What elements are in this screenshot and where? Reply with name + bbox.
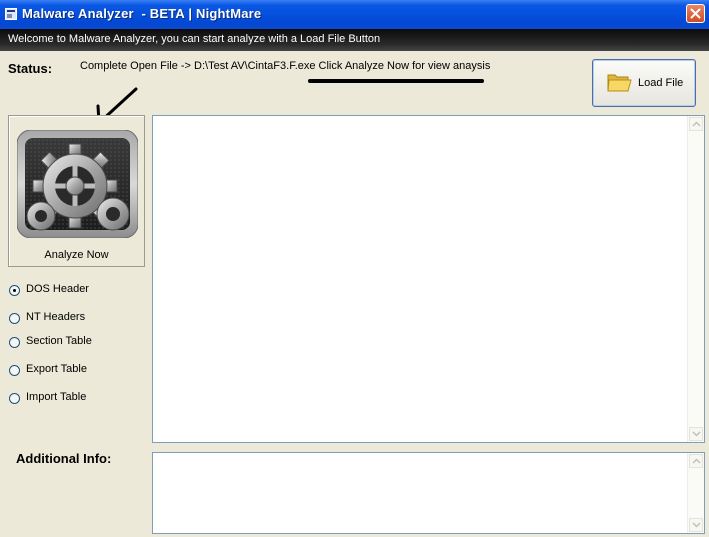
radio-label: Import Table [26,391,87,403]
analyze-now-label: Analyze Now [44,249,109,261]
scroll-up-button[interactable] [689,454,703,468]
annotation-underline [308,79,484,83]
radio-indicator[interactable] [9,365,20,376]
load-file-button[interactable]: Load File [592,59,696,107]
radio-indicator[interactable] [9,393,20,404]
chevron-up-icon [692,458,701,464]
scroll-up-button[interactable] [689,117,703,131]
radio-indicator[interactable] [9,337,20,348]
chevron-down-icon [692,522,701,528]
folder-icon [607,74,632,92]
chevron-down-icon [692,431,701,437]
analyze-now-button[interactable]: Analyze Now [8,115,145,267]
analysis-output-textarea[interactable] [152,115,705,443]
welcome-banner: Welcome to Malware Analyzer, you can sta… [0,29,709,51]
welcome-text: Welcome to Malware Analyzer, you can sta… [8,33,381,45]
window-title: Malware Analyzer - BETA | NightMare [22,6,262,21]
load-file-label: Load File [638,77,684,89]
title-bar[interactable]: Malware Analyzer - BETA | NightMare [0,0,709,29]
scroll-down-button[interactable] [689,427,703,441]
scroll-down-button[interactable] [689,518,703,532]
status-label: Status: [8,61,53,76]
additional-info-label: Additional Info: [16,451,112,466]
radio-label: Section Table [26,335,92,347]
vertical-scrollbar[interactable] [687,453,704,533]
radio-indicator[interactable] [9,285,20,296]
chevron-up-icon [692,121,701,127]
radio-label: Export Table [26,363,87,375]
radio-label: NT Headers [26,311,86,323]
status-message: Complete Open File -> D:\Test AV\CintaF3… [80,60,491,72]
radio-selected-dot [13,289,16,292]
gear-icon [16,129,139,239]
radio-label: DOS Header [26,283,89,295]
close-button[interactable] [686,4,705,23]
close-icon [690,8,701,19]
app-icon [5,8,17,20]
additional-info-textarea[interactable] [152,452,705,534]
radio-indicator[interactable] [9,313,20,324]
vertical-scrollbar[interactable] [687,116,704,442]
